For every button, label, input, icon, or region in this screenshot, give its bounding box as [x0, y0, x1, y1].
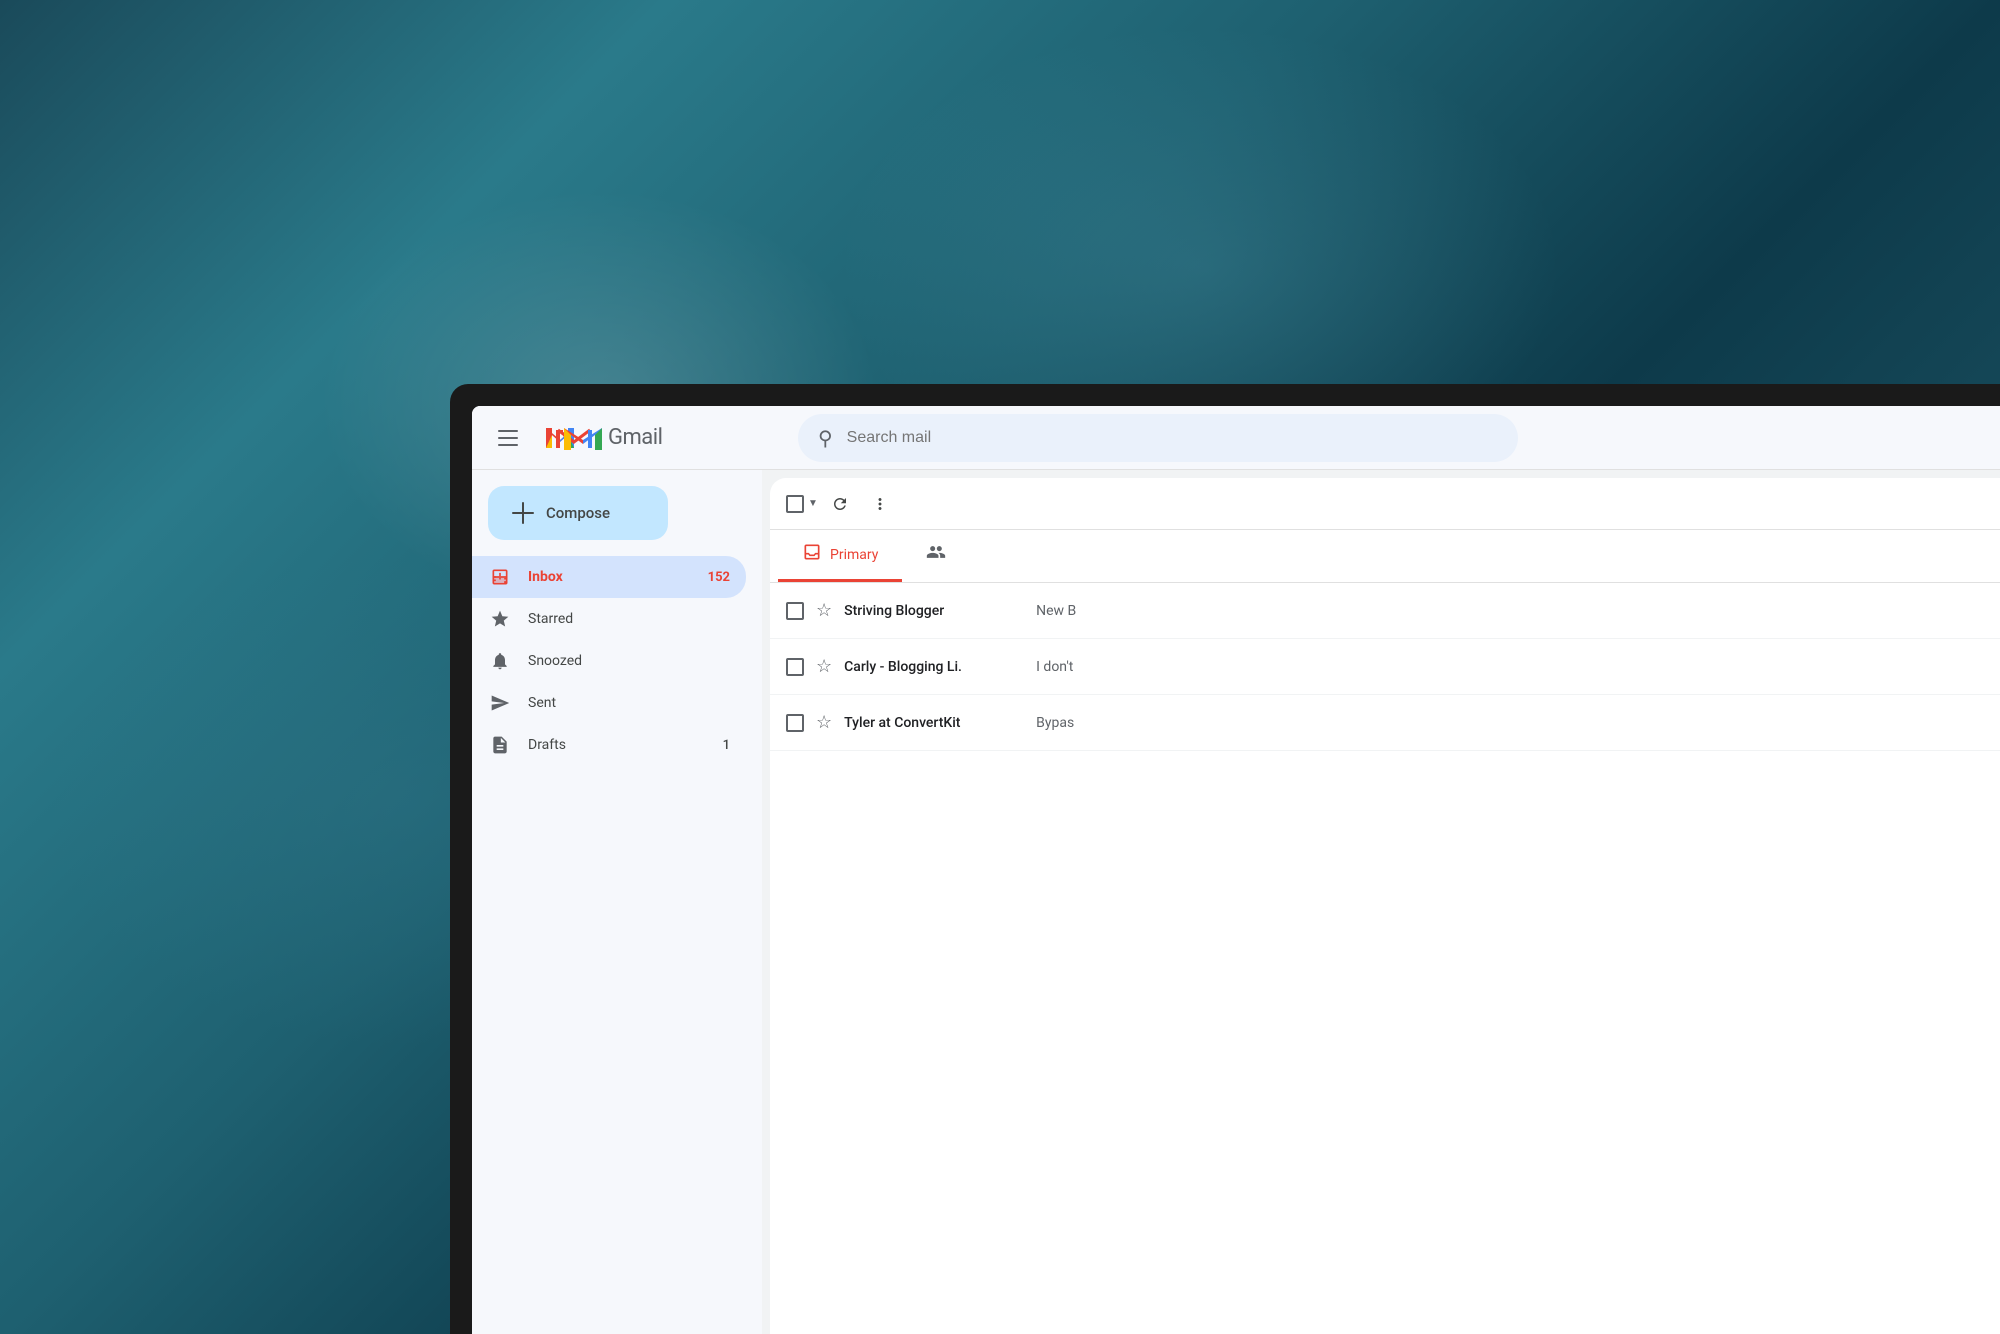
- menu-line-2: [498, 437, 518, 439]
- drafts-icon: [488, 733, 512, 757]
- drafts-count: 1: [723, 738, 730, 753]
- gmail-logo[interactable]: Gmail: [540, 418, 662, 458]
- email-row[interactable]: ☆ Carly - Blogging Li. I don't: [770, 639, 2000, 695]
- email-row[interactable]: ☆ Tyler at ConvertKit Bypas: [770, 695, 2000, 751]
- sent-icon: [488, 691, 512, 715]
- tab-primary[interactable]: Primary: [778, 530, 902, 582]
- gmail-body: Compose Inbox: [472, 470, 2000, 1334]
- refresh-button[interactable]: [822, 486, 858, 522]
- sidebar-item-inbox[interactable]: Inbox 152: [472, 556, 746, 598]
- screen-inner: Gmail ⚲ Compose: [472, 406, 2000, 1334]
- compose-label: Compose: [546, 504, 610, 522]
- email-tabs: Primary: [770, 530, 2000, 583]
- email-snippet-2: I don't: [1036, 659, 1984, 675]
- sidebar-item-starred[interactable]: Starred: [472, 598, 746, 640]
- select-all-wrap[interactable]: ▼: [786, 495, 818, 513]
- email-star-2[interactable]: ☆: [816, 656, 832, 677]
- inbox-icon: [488, 565, 512, 589]
- primary-tab-label: Primary: [830, 547, 878, 563]
- tab-social[interactable]: [902, 530, 970, 582]
- screen-frame: Gmail ⚲ Compose: [450, 384, 2000, 1334]
- email-checkbox-1[interactable]: [786, 602, 804, 620]
- sidebar-item-snoozed[interactable]: Snoozed: [472, 640, 746, 682]
- sent-label: Sent: [528, 695, 730, 711]
- inbox-label: Inbox: [528, 569, 692, 585]
- more-vert-icon: [871, 495, 889, 513]
- email-star-1[interactable]: ☆: [816, 600, 832, 621]
- search-bar[interactable]: ⚲: [798, 414, 1518, 462]
- menu-line-3: [498, 444, 518, 446]
- more-button[interactable]: [862, 486, 898, 522]
- social-tab-icon: [926, 542, 946, 567]
- email-sender-1: Striving Blogger: [844, 603, 1024, 619]
- compose-button[interactable]: Compose: [488, 486, 668, 540]
- compose-plus-icon: [512, 502, 534, 524]
- snoozed-label: Snoozed: [528, 653, 730, 669]
- primary-tab-icon: [802, 542, 822, 567]
- gmail-header: Gmail ⚲: [472, 406, 2000, 470]
- gmail-title-text: Gmail: [608, 425, 662, 450]
- drafts-label: Drafts: [528, 737, 707, 753]
- menu-line-1: [498, 430, 518, 432]
- snoozed-icon: [488, 649, 512, 673]
- email-snippet-1: New B: [1036, 603, 1984, 619]
- toolbar: ▼: [770, 478, 2000, 530]
- select-dropdown-icon[interactable]: ▼: [808, 498, 818, 509]
- gmail-m-clean: [564, 424, 602, 452]
- select-all-checkbox[interactable]: [786, 495, 804, 513]
- inbox-tab-svg: [802, 542, 822, 562]
- email-star-3[interactable]: ☆: [816, 712, 832, 733]
- email-checkbox-2[interactable]: [786, 658, 804, 676]
- refresh-icon: [831, 495, 849, 513]
- menu-button[interactable]: [488, 418, 528, 458]
- sidebar: Compose Inbox: [472, 470, 762, 1334]
- people-svg: [926, 542, 946, 562]
- email-sender-2: Carly - Blogging Li.: [844, 659, 1024, 675]
- gmail-ui: Gmail ⚲ Compose: [472, 406, 2000, 1334]
- email-list: ☆ Striving Blogger New B ☆ Carly - Blogg…: [770, 583, 2000, 1334]
- header-left: Gmail: [488, 418, 798, 458]
- sidebar-item-drafts[interactable]: Drafts 1: [472, 724, 746, 766]
- starred-icon: [488, 607, 512, 631]
- inbox-count: 152: [708, 570, 730, 585]
- search-icon: ⚲: [818, 426, 833, 450]
- email-area: ▼: [770, 478, 2000, 1334]
- email-sender-3: Tyler at ConvertKit: [844, 715, 1024, 731]
- sidebar-item-sent[interactable]: Sent: [472, 682, 746, 724]
- starred-label: Starred: [528, 611, 730, 627]
- email-row[interactable]: ☆ Striving Blogger New B: [770, 583, 2000, 639]
- search-input[interactable]: [847, 429, 1498, 447]
- email-checkbox-3[interactable]: [786, 714, 804, 732]
- email-snippet-3: Bypas: [1036, 715, 1984, 731]
